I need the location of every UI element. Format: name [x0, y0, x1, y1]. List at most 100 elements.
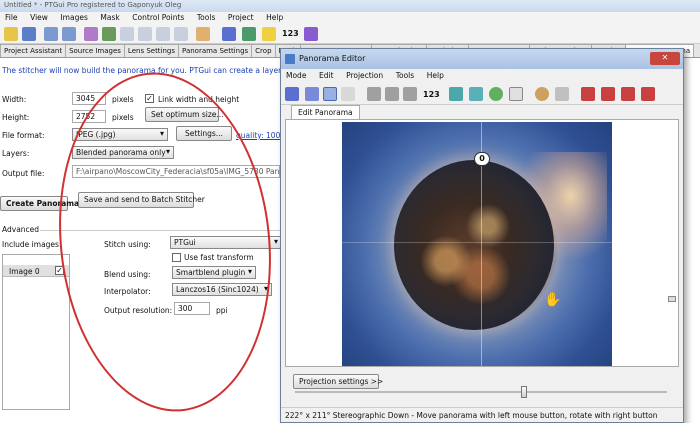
arrow-left-icon[interactable] — [120, 27, 134, 41]
vertical-slider-thumb[interactable] — [668, 296, 676, 302]
width-input[interactable]: 3045 — [72, 92, 106, 105]
eye-icon[interactable] — [555, 87, 569, 101]
blend-using-select[interactable]: Smartblend plugin — [172, 266, 256, 279]
menu-images[interactable]: Images — [55, 12, 92, 23]
crosshair-icon[interactable] — [341, 87, 355, 101]
height-input[interactable]: 2752 — [72, 110, 106, 123]
editor-menu-help[interactable]: Help — [422, 69, 449, 82]
editor-menu-mode[interactable]: Mode — [281, 69, 311, 82]
width-label: Width: — [2, 95, 27, 104]
output-resolution-unit: ppi — [216, 306, 228, 315]
layers-select[interactable]: Blended panorama only — [72, 146, 174, 159]
advanced-divider — [40, 230, 280, 231]
sphere-icon[interactable] — [489, 87, 503, 101]
menu-mask[interactable]: Mask — [95, 12, 124, 23]
arrow-down-icon[interactable] — [174, 27, 188, 41]
editor-123-icon[interactable]: 123 — [423, 90, 440, 99]
red-view-1-icon[interactable] — [581, 87, 595, 101]
fast-transform-checkbox[interactable] — [172, 253, 181, 262]
zoom-icon[interactable] — [535, 87, 549, 101]
arrow-up-icon[interactable] — [156, 27, 170, 41]
grid-icon[interactable] — [367, 87, 381, 101]
target-icon[interactable] — [196, 27, 210, 41]
output-file-label: Output file: — [2, 169, 45, 178]
table-icon[interactable] — [242, 27, 256, 41]
tab-edit-panorama[interactable]: Edit Panorama — [291, 105, 360, 119]
menu-tools[interactable]: Tools — [192, 12, 220, 23]
horizontal-slider-track[interactable] — [295, 391, 667, 393]
select-tool-icon[interactable] — [285, 87, 299, 101]
file-format-select[interactable]: JPEG (.jpg) — [72, 128, 168, 141]
link-size-label: Link width and height — [158, 95, 240, 104]
move-tool-icon[interactable] — [323, 87, 337, 101]
panorama-editor-window: Panorama Editor ✕ Mode Edit Projection T… — [280, 48, 684, 423]
open-folder-icon[interactable] — [4, 27, 18, 41]
include-images-label: Include images: — [2, 240, 62, 249]
horizontal-guide — [286, 242, 678, 243]
editor-menu-projection[interactable]: Projection — [341, 69, 388, 82]
menu-help[interactable]: Help — [261, 12, 288, 23]
tab-project-assistant[interactable]: Project Assistant — [0, 44, 67, 57]
editor-menu-tools[interactable]: Tools — [391, 69, 419, 82]
horizontal-slider-thumb[interactable] — [521, 386, 527, 398]
red-view-3-icon[interactable] — [621, 87, 635, 101]
redo-icon[interactable] — [62, 27, 76, 41]
menu-file[interactable]: File — [0, 12, 23, 23]
stitch-using-select[interactable]: PTGui — [170, 236, 282, 249]
projection-settings-button[interactable]: Projection settings >> — [293, 374, 383, 389]
create-panorama-button[interactable]: Create Panorama — [0, 196, 79, 211]
arrow-right-icon[interactable] — [138, 27, 152, 41]
panorama-canvas[interactable]: 0 ✋ — [285, 119, 679, 367]
tab-crop[interactable]: Crop — [251, 44, 276, 57]
editor-menu-bar: Mode Edit Projection Tools Help — [281, 69, 683, 83]
crop-tool-icon[interactable] — [102, 27, 116, 41]
stitch-using-label: Stitch using: — [104, 240, 151, 249]
tab-lens-settings[interactable]: Lens Settings — [123, 44, 180, 57]
editor-status-bar: 222° x 211° Stereographic Down - Move pa… — [281, 407, 683, 422]
batch-icon[interactable] — [304, 27, 318, 41]
image-fit-icon[interactable] — [449, 87, 463, 101]
editor-title: Panorama Editor — [299, 54, 366, 63]
cylinder-icon[interactable] — [469, 87, 483, 101]
panorama-editor-icon[interactable] — [222, 27, 236, 41]
editor-menu-edit[interactable]: Edit — [314, 69, 339, 82]
menu-project[interactable]: Project — [223, 12, 259, 23]
close-icon[interactable]: ✕ — [650, 52, 680, 65]
interpolator-label: Interpolator: — [104, 287, 151, 296]
editor-title-bar: Panorama Editor ✕ — [281, 49, 683, 69]
hand-cursor-icon: ✋ — [544, 292, 562, 308]
main-menu-bar: File View Images Mask Control Points Too… — [0, 12, 700, 24]
tab-panorama-settings[interactable]: Panorama Settings — [178, 44, 253, 57]
batch-stitcher-button[interactable]: Save and send to Batch Stitcher — [78, 192, 205, 208]
layers-tool-icon[interactable] — [305, 87, 319, 101]
save-icon[interactable] — [22, 27, 36, 41]
dropdown-icon[interactable] — [509, 87, 523, 101]
output-resolution-input[interactable]: 300 — [174, 302, 210, 315]
interpolator-select[interactable]: Lanczos16 (Sinc1024) — [172, 283, 272, 296]
straighten-icon[interactable] — [403, 87, 417, 101]
main-title-bar: Untitled * - PTGui Pro registered to Gap… — [0, 0, 700, 12]
image-row-checkbox[interactable]: ✓ — [55, 266, 64, 275]
height-label: Height: — [2, 113, 30, 122]
image-icon[interactable] — [84, 27, 98, 41]
tab-source-images[interactable]: Source Images — [65, 44, 125, 57]
image-number-badge[interactable]: 0 — [474, 152, 490, 166]
file-format-label: File format: — [2, 131, 45, 140]
menu-control-points[interactable]: Control Points — [127, 12, 189, 23]
width-unit: pixels — [112, 95, 134, 104]
set-optimum-size-button[interactable]: Set optimum size... — [145, 107, 224, 122]
undo-icon[interactable] — [44, 27, 58, 41]
red-view-2-icon[interactable] — [601, 87, 615, 101]
center-icon[interactable] — [385, 87, 399, 101]
red-view-4-icon[interactable] — [641, 87, 655, 101]
link-size-checkbox[interactable]: ✓ — [145, 94, 154, 103]
include-images-list: Image 0 ✓ — [2, 254, 70, 410]
menu-view[interactable]: View — [25, 12, 53, 23]
editor-window-icon — [285, 54, 295, 64]
cp-123-icon[interactable]: 123 — [282, 29, 299, 38]
output-file-input[interactable]: F:\airpano\MoscowCity_Federacia\sf05a\IM… — [72, 165, 280, 178]
image-row-label: Image 0 — [9, 267, 40, 276]
image-list-row[interactable]: Image 0 ✓ — [3, 265, 69, 277]
settings-button[interactable]: Settings... — [176, 126, 232, 141]
lightbulb-icon[interactable] — [262, 27, 276, 41]
